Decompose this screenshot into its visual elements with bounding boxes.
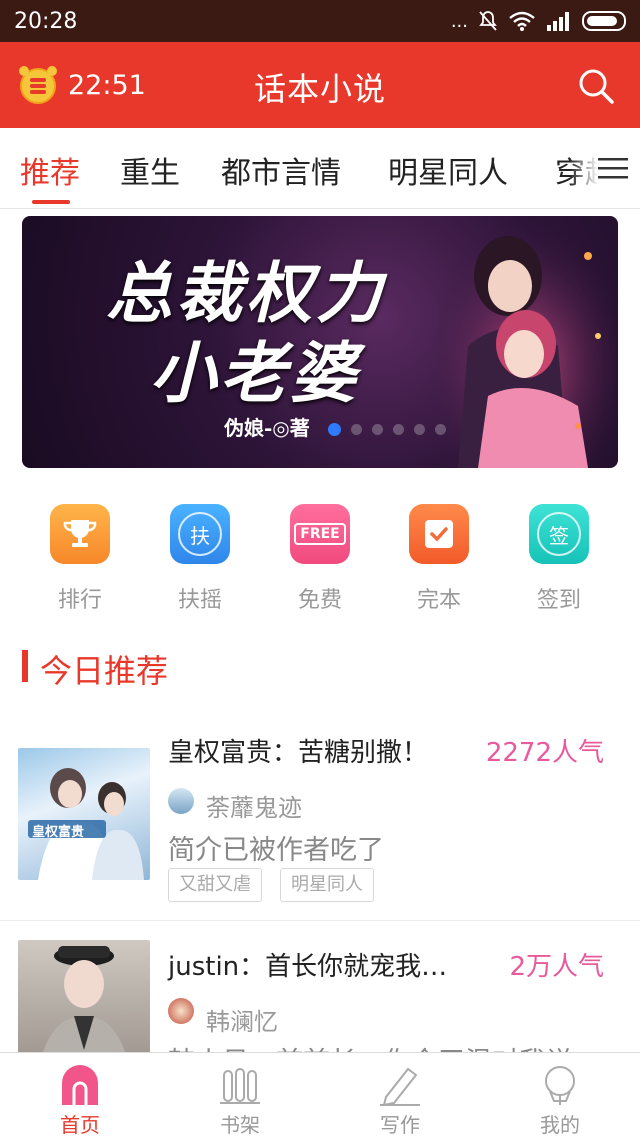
book-author[interactable]: 荼蘼鬼迹 bbox=[206, 788, 302, 823]
book-cover[interactable]: 皇权富贵 bbox=[18, 748, 150, 880]
quick-fuyao-label: 扶摇 bbox=[177, 588, 222, 613]
book-cover-title: 皇权富贵 bbox=[32, 825, 85, 840]
book-cover-art bbox=[28, 768, 144, 880]
status-icons: ... bbox=[451, 10, 626, 32]
profile-icon bbox=[545, 1066, 575, 1105]
free-icon: FREE bbox=[290, 504, 350, 564]
banner-dot[interactable] bbox=[351, 424, 362, 435]
quick-checkin[interactable]: 签 签到 bbox=[519, 504, 599, 614]
quick-checkin-label: 签到 bbox=[536, 588, 581, 613]
banner-title-line2: 小老婆 bbox=[150, 334, 360, 412]
quick-free[interactable]: FREE 免费 bbox=[280, 504, 360, 614]
quick-completed-label: 完本 bbox=[416, 588, 461, 613]
checkin-glyph: 签 bbox=[537, 512, 581, 556]
nav-home-label: 首页 bbox=[60, 1113, 100, 1137]
quick-fuyao[interactable]: 扶 扶摇 bbox=[160, 504, 240, 614]
more-dots-icon: ... bbox=[450, 10, 468, 32]
author-avatar bbox=[168, 788, 194, 814]
checkin-icon: 签 bbox=[529, 504, 589, 564]
section-accent-bar bbox=[22, 650, 28, 682]
book-tag[interactable]: 又甜又虐 bbox=[168, 868, 262, 902]
banner-author: 伪娘-◎著 bbox=[224, 416, 310, 440]
banner-illustration bbox=[438, 216, 618, 468]
status-bar: 20:28 ... bbox=[0, 0, 640, 42]
tab-urban-romance[interactable]: 都市言情 bbox=[221, 148, 341, 192]
banner-dot[interactable] bbox=[435, 424, 446, 435]
quick-free-label: 免费 bbox=[297, 588, 342, 613]
banner-dot[interactable] bbox=[393, 424, 404, 435]
category-tabs: 推荐 重生 都市言情 明星同人 穿越 bbox=[0, 128, 640, 209]
book-tag[interactable]: 明星同人 bbox=[280, 868, 374, 902]
quick-ranking[interactable]: 排行 bbox=[40, 504, 120, 614]
write-icon bbox=[380, 1067, 420, 1107]
banner-page-dots bbox=[328, 423, 446, 436]
nav-bookshelf[interactable]: 书架 bbox=[160, 1053, 320, 1139]
book-title[interactable]: 皇权富贵：苦糖别撒！ bbox=[168, 732, 428, 769]
author-avatar bbox=[168, 998, 194, 1024]
nav-profile[interactable]: 我的 bbox=[480, 1053, 640, 1139]
completed-icon bbox=[409, 504, 469, 564]
bottom-navigation: 首页 书架 写作 我的 bbox=[0, 1052, 640, 1139]
book-description: 简介已被作者吃了 bbox=[168, 835, 384, 866]
promo-banner[interactable]: 总裁权力 小老婆 伪娘-◎著 bbox=[22, 216, 618, 468]
home-icon bbox=[62, 1065, 98, 1105]
battery-icon bbox=[582, 11, 626, 31]
nav-bookshelf-label: 书架 bbox=[220, 1113, 260, 1137]
fuyao-glyph: 扶 bbox=[178, 512, 222, 556]
app-title: 话本小说 bbox=[253, 70, 386, 108]
menu-icon[interactable] bbox=[598, 156, 628, 180]
search-icon[interactable] bbox=[576, 66, 616, 106]
banner-dot[interactable] bbox=[414, 424, 425, 435]
section-title: 今日推荐 bbox=[40, 652, 169, 690]
mute-bell-icon bbox=[479, 11, 497, 31]
nav-write-label: 写作 bbox=[380, 1113, 420, 1137]
active-tab-indicator bbox=[32, 200, 70, 204]
tab-recommend[interactable]: 推荐 bbox=[20, 148, 80, 192]
signal-icon bbox=[547, 12, 569, 31]
nav-write[interactable]: 写作 bbox=[320, 1053, 480, 1139]
quick-completed[interactable]: 完本 bbox=[399, 504, 479, 614]
free-glyph: FREE bbox=[294, 523, 346, 545]
list-divider bbox=[0, 920, 640, 921]
book-popularity: 2万人气 bbox=[509, 952, 604, 982]
book-author[interactable]: 韩澜忆 bbox=[206, 1002, 278, 1037]
status-time: 20:28 bbox=[14, 8, 78, 34]
book-title[interactable]: justin：首长你就宠我… bbox=[168, 946, 447, 983]
fuyao-icon: 扶 bbox=[170, 504, 230, 564]
app-bar: 22:51 话本小说 bbox=[0, 42, 640, 128]
banner-dot[interactable] bbox=[372, 424, 383, 435]
quick-ranking-label: 排行 bbox=[57, 588, 102, 613]
trophy-icon bbox=[50, 504, 110, 564]
book-popularity: 2272人气 bbox=[485, 738, 604, 768]
tab-rebirth[interactable]: 重生 bbox=[120, 148, 180, 192]
nav-profile-label: 我的 bbox=[540, 1113, 580, 1137]
wifi-icon bbox=[509, 11, 535, 31]
nav-home[interactable]: 首页 bbox=[0, 1053, 160, 1139]
bookshelf-icon bbox=[220, 1068, 260, 1104]
tab-celebrity-fanfic[interactable]: 明星同人 bbox=[388, 148, 508, 192]
banner-dot[interactable] bbox=[328, 423, 341, 436]
